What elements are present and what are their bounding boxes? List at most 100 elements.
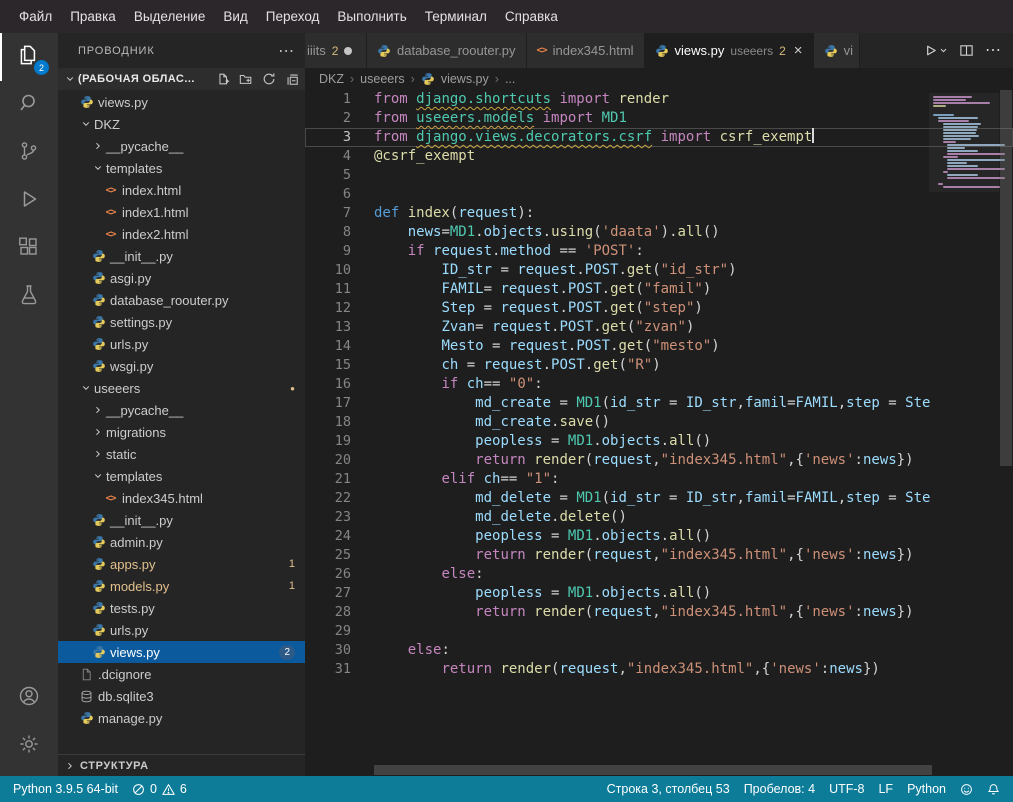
code-line-21[interactable]: 21 elif ch== "1": <box>305 470 1013 489</box>
code-line-20[interactable]: 20 return render(request,"index345.html"… <box>305 451 1013 470</box>
tree-item-apps.py[interactable]: apps.py1 <box>58 553 305 575</box>
tree-item-views.py[interactable]: views.py2 <box>58 641 305 663</box>
encoding-indicator[interactable]: UTF-8 <box>822 776 871 802</box>
menu-item-3[interactable]: Выделение <box>125 4 215 29</box>
code-line-1[interactable]: 1from django.shortcuts import render <box>305 90 1013 109</box>
code-line-12[interactable]: 12 Step = request.POST.get("step") <box>305 299 1013 318</box>
indentation-indicator[interactable]: Пробелов: 4 <box>737 776 822 802</box>
language-mode-indicator[interactable]: Python <box>900 776 953 802</box>
code-line-30[interactable]: 30 else: <box>305 641 1013 660</box>
tree-item-templates[interactable]: templates <box>58 465 305 487</box>
account-button[interactable] <box>0 674 58 722</box>
python-interpreter-indicator[interactable]: Python 3.9.5 64-bit <box>6 776 125 802</box>
collapse-all-icon[interactable] <box>285 72 299 86</box>
code-line-5[interactable]: 5 <box>305 166 1013 185</box>
code-line-28[interactable]: 28 return render(request,"index345.html"… <box>305 603 1013 622</box>
code-line-8[interactable]: 8 news=MD1.objects.using('daata').all() <box>305 223 1013 242</box>
code-line-6[interactable]: 6 <box>305 185 1013 204</box>
menu-item-5[interactable]: Переход <box>257 4 329 29</box>
tab-iiits[interactable]: iiits2 <box>305 33 367 68</box>
run-dropdown-chevron-icon[interactable] <box>939 46 948 55</box>
tree-item-tests.py[interactable]: tests.py <box>58 597 305 619</box>
tree-item-index.html[interactable]: <>index.html <box>58 179 305 201</box>
tree-item-urls.py[interactable]: urls.py <box>58 333 305 355</box>
menu-item-1[interactable]: Файл <box>10 4 61 29</box>
tree-item-views.py[interactable]: views.py <box>58 91 305 113</box>
tree-item-templates[interactable]: templates <box>58 157 305 179</box>
code-line-15[interactable]: 15 ch = request.POST.get("R") <box>305 356 1013 375</box>
breadcrumb-item-useeers[interactable]: useeers <box>360 72 404 86</box>
code-line-9[interactable]: 9 if request.method == 'POST': <box>305 242 1013 261</box>
vertical-scrollbar[interactable] <box>1000 90 1012 466</box>
tree-item-index345.html[interactable]: <>index345.html <box>58 487 305 509</box>
cursor-position-indicator[interactable]: Строка 3, столбец 53 <box>600 776 737 802</box>
outline-section-header[interactable]: СТРУКТУРА <box>58 754 305 776</box>
code-line-18[interactable]: 18 md_create.save() <box>305 413 1013 432</box>
tree-item-__init__.py[interactable]: __init__.py <box>58 509 305 531</box>
code-line-27[interactable]: 27 peopless = MD1.objects.all() <box>305 584 1013 603</box>
code-line-19[interactable]: 19 peopless = MD1.objects.all() <box>305 432 1013 451</box>
tab-database_roouter.py[interactable]: database_roouter.py <box>367 33 527 68</box>
tree-item-__pycache__[interactable]: __pycache__ <box>58 135 305 157</box>
extensions-activity-button[interactable] <box>0 225 58 273</box>
menu-item-7[interactable]: Терминал <box>416 4 496 29</box>
run-debug-activity-button[interactable] <box>0 177 58 225</box>
menu-item-8[interactable]: Справка <box>496 4 567 29</box>
refresh-icon[interactable] <box>262 72 276 86</box>
code-editor[interactable]: 1from django.shortcuts import render2fro… <box>305 90 1013 776</box>
testing-activity-button[interactable] <box>0 273 58 321</box>
tree-item-models.py[interactable]: models.py1 <box>58 575 305 597</box>
split-editor-icon[interactable] <box>959 43 974 58</box>
new-folder-icon[interactable] <box>239 72 253 86</box>
tree-item-index2.html[interactable]: <>index2.html <box>58 223 305 245</box>
tree-item-manage.py[interactable]: manage.py <box>58 707 305 729</box>
tree-item-database_roouter.py[interactable]: database_roouter.py <box>58 289 305 311</box>
close-icon[interactable]: × <box>794 42 803 59</box>
code-line-14[interactable]: 14 Mesto = request.POST.get("mesto") <box>305 337 1013 356</box>
code-line-16[interactable]: 16 if ch== "0": <box>305 375 1013 394</box>
code-line-7[interactable]: 7def index(request): <box>305 204 1013 223</box>
code-line-31[interactable]: 31 return render(request,"index345.html"… <box>305 660 1013 679</box>
tree-item-index1.html[interactable]: <>index1.html <box>58 201 305 223</box>
search-activity-button[interactable] <box>0 81 58 129</box>
explorer-activity-button[interactable]: 2 <box>0 33 58 81</box>
code-line-22[interactable]: 22 md_delete = MD1(id_str = ID_str,famil… <box>305 489 1013 508</box>
tree-item-migrations[interactable]: migrations <box>58 421 305 443</box>
minimap[interactable] <box>929 93 999 192</box>
notifications-bell-icon[interactable] <box>980 776 1007 802</box>
tab-views.py[interactable]: views.pyuseeers2× <box>645 33 814 68</box>
feedback-smiley-icon[interactable] <box>953 776 980 802</box>
problems-indicator[interactable]: 0 6 <box>125 776 194 802</box>
tree-item-DKZ[interactable]: DKZ <box>58 113 305 135</box>
tree-item-admin.py[interactable]: admin.py <box>58 531 305 553</box>
explorer-more-actions-icon[interactable]: ⋯ <box>278 41 295 61</box>
code-line-3[interactable]: 3from django.views.decorators.csrf impor… <box>305 128 1013 147</box>
menu-item-2[interactable]: Правка <box>61 4 125 29</box>
tree-item-db.sqlite3[interactable]: db.sqlite3 <box>58 685 305 707</box>
tree-item-static[interactable]: static <box>58 443 305 465</box>
code-line-29[interactable]: 29 <box>305 622 1013 641</box>
tree-item-__pycache__[interactable]: __pycache__ <box>58 399 305 421</box>
tree-item-useeers[interactable]: useeers● <box>58 377 305 399</box>
tab-index345.html[interactable]: <>index345.html <box>527 33 645 68</box>
code-line-25[interactable]: 25 return render(request,"index345.html"… <box>305 546 1013 565</box>
code-line-2[interactable]: 2from useeers.models import MD1 <box>305 109 1013 128</box>
tree-item-__init__.py[interactable]: __init__.py <box>58 245 305 267</box>
tree-item-.dcignore[interactable]: .dcignore <box>58 663 305 685</box>
workspace-section-header[interactable]: (РАБОЧАЯ ОБЛАСТЬ) ... <box>58 68 305 90</box>
code-line-26[interactable]: 26 else: <box>305 565 1013 584</box>
source-control-activity-button[interactable] <box>0 129 58 177</box>
tree-item-asgi.py[interactable]: asgi.py <box>58 267 305 289</box>
eol-indicator[interactable]: LF <box>871 776 900 802</box>
breadcrumb-item-more[interactable]: ... <box>505 72 515 86</box>
menu-item-6[interactable]: Выполнить <box>328 4 415 29</box>
code-line-10[interactable]: 10 ID_str = request.POST.get("id_str") <box>305 261 1013 280</box>
code-line-11[interactable]: 11 FAMIL= request.POST.get("famil") <box>305 280 1013 299</box>
code-line-13[interactable]: 13 Zvan= request.POST.get("zvan") <box>305 318 1013 337</box>
tree-item-wsgi.py[interactable]: wsgi.py <box>58 355 305 377</box>
code-line-23[interactable]: 23 md_delete.delete() <box>305 508 1013 527</box>
run-button[interactable] <box>923 43 938 58</box>
tree-item-settings.py[interactable]: settings.py <box>58 311 305 333</box>
more-actions-icon[interactable]: ⋯ <box>985 43 1001 59</box>
menu-item-4[interactable]: Вид <box>214 4 256 29</box>
